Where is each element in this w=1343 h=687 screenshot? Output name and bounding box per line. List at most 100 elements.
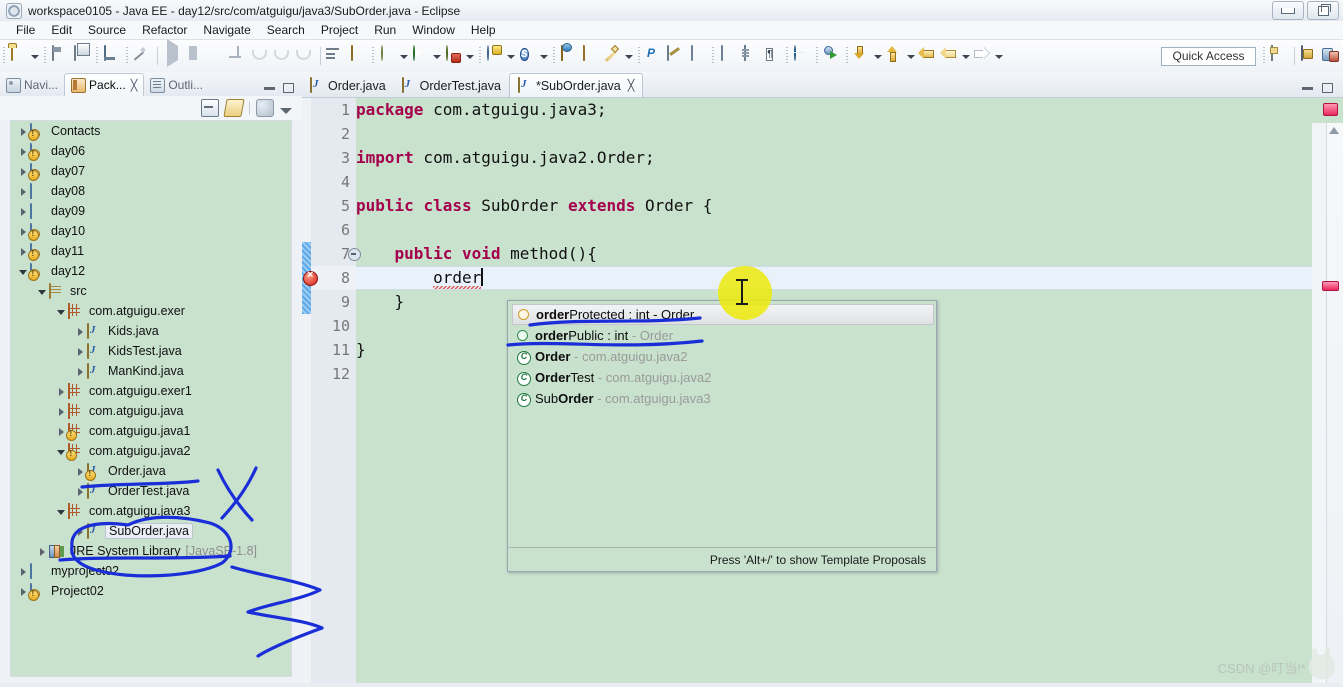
close-icon[interactable]: ╳	[628, 79, 635, 92]
tab-outline[interactable]: Outli...	[144, 74, 209, 96]
tree-item[interactable]: SubOrder.java	[11, 521, 291, 541]
minimize-icon[interactable]	[1302, 86, 1313, 90]
menu-run[interactable]: Run	[366, 22, 404, 38]
show-whitespace-icon[interactable]	[688, 45, 708, 66]
twisty-collapsed-icon[interactable]	[74, 365, 87, 378]
overview-error-marker-top[interactable]	[1323, 103, 1338, 116]
import-down-icon[interactable]	[852, 46, 872, 66]
restore-button[interactable]	[1307, 1, 1339, 20]
tree-item[interactable]: com.atguigu.exer1	[11, 381, 291, 401]
twisty-expanded-icon[interactable]	[55, 505, 68, 518]
tab-navigator[interactable]: Navi...	[0, 74, 64, 96]
maximize-icon[interactable]	[1322, 83, 1333, 93]
menu-edit[interactable]: Edit	[43, 22, 80, 38]
proposal-item[interactable]: orderPublic : int - Order	[512, 325, 934, 346]
open-resource-icon[interactable]	[581, 45, 601, 66]
tree-item[interactable]: JRE System Library [JavaSE-1.8]	[11, 541, 291, 561]
menu-help[interactable]: Help	[463, 22, 504, 38]
tree-item[interactable]: src	[11, 281, 291, 301]
last-edit-dropdown-arrow-icon[interactable]	[906, 46, 915, 66]
twisty-collapsed-icon[interactable]	[55, 385, 68, 398]
tree-item[interactable]: OrderTest.java	[11, 481, 291, 501]
proposal-list[interactable]: orderProtected : int - Order orderPublic …	[512, 304, 934, 409]
menu-window[interactable]: Window	[404, 22, 463, 38]
import-dropdown-arrow-icon[interactable]	[873, 46, 882, 66]
tree-item[interactable]: day10	[11, 221, 291, 241]
forward-dropdown-arrow-icon[interactable]	[994, 46, 1003, 66]
back-history-icon[interactable]	[940, 46, 960, 66]
tab-package-explorer[interactable]: Pack... ╳	[64, 73, 145, 96]
close-icon[interactable]: ╳	[131, 79, 138, 92]
new-class-dropdown-arrow-icon[interactable]	[624, 46, 633, 66]
tree-item[interactable]: day06	[11, 141, 291, 161]
debug-dropdown-arrow-icon[interactable]	[465, 46, 474, 66]
print-icon[interactable]	[102, 45, 122, 66]
save-all-icon[interactable]	[72, 45, 92, 66]
tree-item[interactable]: com.atguigu.java2	[11, 441, 291, 461]
overview-error-marker-current[interactable]	[1322, 281, 1339, 291]
tree-item[interactable]: com.atguigu.java3	[11, 501, 291, 521]
coverage-dropdown-arrow-icon[interactable]	[506, 46, 515, 66]
forward-icon[interactable]	[973, 46, 993, 66]
coverage-icon[interactable]	[485, 45, 505, 66]
twisty-collapsed-icon[interactable]	[17, 185, 30, 198]
run-icon[interactable]	[411, 45, 431, 66]
twisty-collapsed-icon[interactable]	[55, 405, 68, 418]
java-perspective-icon[interactable]	[1322, 46, 1342, 66]
external-tools-icon[interactable]	[348, 45, 368, 66]
tree-item[interactable]: day08	[11, 181, 291, 201]
view-menu-arrow-icon[interactable]	[280, 107, 292, 114]
twisty-collapsed-icon[interactable]	[74, 325, 87, 338]
minimize-button[interactable]	[1272, 1, 1304, 20]
open-type-icon[interactable]	[559, 45, 579, 66]
minimize-icon[interactable]	[264, 86, 275, 90]
twisty-collapsed-icon[interactable]	[74, 485, 87, 498]
maximize-icon[interactable]	[283, 83, 294, 93]
menu-file[interactable]: File	[8, 22, 43, 38]
tree-item[interactable]: Contacts	[11, 121, 291, 141]
tree-item[interactable]: day11	[11, 241, 291, 261]
tree-item[interactable]: KidsTest.java	[11, 341, 291, 361]
twisty-expanded-icon[interactable]	[36, 285, 49, 298]
previous-annotation-icon[interactable]: P	[644, 46, 664, 66]
menu-search[interactable]: Search	[259, 22, 313, 38]
last-edit-up-icon[interactable]	[885, 46, 905, 66]
twisty-collapsed-icon[interactable]	[74, 525, 87, 538]
search-dropdown-arrow-icon[interactable]	[539, 46, 548, 66]
tree-item[interactable]: day12	[11, 261, 291, 281]
tree-item[interactable]: com.atguigu.java1	[11, 421, 291, 441]
build-gear-icon[interactable]	[378, 45, 398, 66]
web-browser-icon[interactable]	[792, 45, 812, 66]
menu-project[interactable]: Project	[313, 22, 366, 38]
build-dropdown-arrow-icon[interactable]	[399, 46, 408, 66]
menu-source[interactable]: Source	[80, 22, 134, 38]
quick-access-input[interactable]: Quick Access	[1161, 46, 1256, 66]
save-icon[interactable]	[50, 45, 70, 66]
twisty-collapsed-icon[interactable]	[36, 545, 49, 558]
new-dropdown-arrow-icon[interactable]	[30, 46, 39, 66]
tab-order-java[interactable]: Order.java	[302, 74, 394, 97]
tree-item[interactable]: com.atguigu.exer	[11, 301, 291, 321]
menu-navigate[interactable]: Navigate	[195, 22, 258, 38]
tree-item[interactable]: com.atguigu.java	[11, 401, 291, 421]
twisty-collapsed-icon[interactable]	[74, 345, 87, 358]
menu-refactor[interactable]: Refactor	[134, 22, 195, 38]
tree-item[interactable]: Kids.java	[11, 321, 291, 341]
collapse-all-icon[interactable]	[201, 99, 219, 117]
back-dropdown-arrow-icon[interactable]	[961, 46, 970, 66]
proposal-item[interactable]: C Order - com.atguigu.java2	[512, 346, 934, 367]
tree-item[interactable]: day07	[11, 161, 291, 181]
tree-item[interactable]: myproject02	[11, 561, 291, 581]
back-icon[interactable]	[918, 46, 938, 66]
tab-suborder-java[interactable]: *SubOrder.java ╳	[508, 73, 644, 97]
run-dropdown-arrow-icon[interactable]	[432, 46, 441, 66]
tab-ordertest-java[interactable]: OrderTest.java	[394, 74, 509, 97]
content-assist-popup[interactable]: orderProtected : int - Order orderPublic …	[507, 300, 937, 572]
pilcrow-icon[interactable]: ¶	[762, 46, 782, 66]
tree-item[interactable]: Project02	[11, 581, 291, 601]
java-ee-perspective-icon[interactable]	[1300, 45, 1320, 66]
overview-ruler[interactable]	[1326, 123, 1343, 687]
open-task-icon[interactable]	[718, 45, 738, 66]
skip-all-breakpoints-icon[interactable]	[326, 46, 346, 66]
twisty-expanded-icon[interactable]	[55, 305, 68, 318]
